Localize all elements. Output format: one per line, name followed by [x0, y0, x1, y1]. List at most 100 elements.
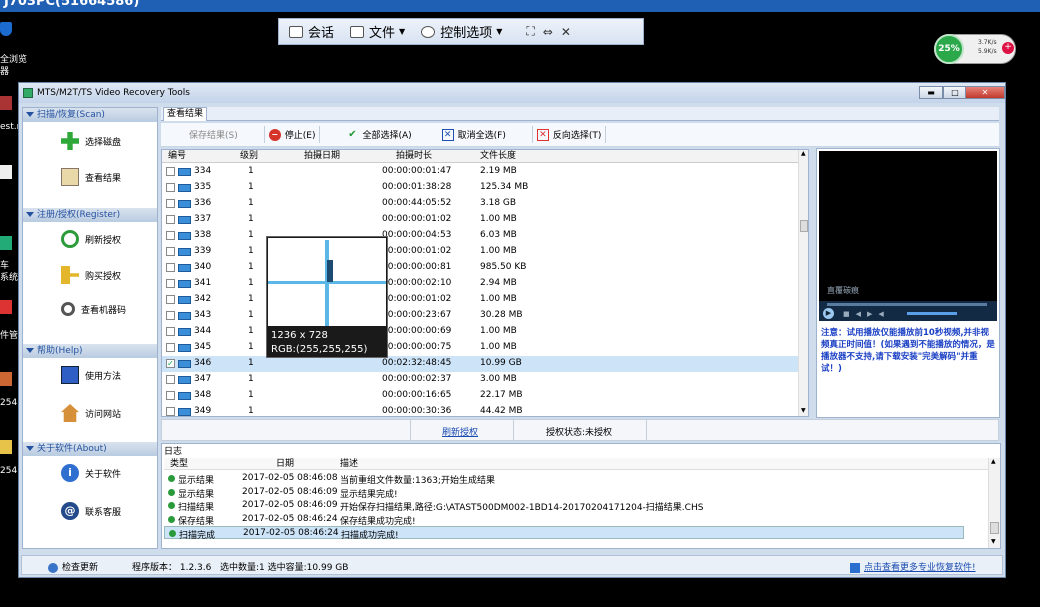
log-col-type[interactable]: 类型 [170, 458, 188, 471]
video-preview-panel: 直覆碳痕 ▶ ■◀▶◀ 注意：试用播放仅能播放前10秒视频,并非视频真正时间值！… [816, 148, 1000, 418]
col-header-level[interactable]: 级别 [240, 150, 258, 163]
row-checkbox[interactable]: ✓ [166, 359, 175, 368]
row-checkbox[interactable] [166, 391, 175, 400]
scrollbar-thumb[interactable] [800, 220, 808, 232]
row-id: 338 [194, 230, 212, 240]
refresh-auth-link[interactable]: 刷新授权 [442, 425, 478, 438]
more-software-link[interactable]: 点击查看更多专业恢复软件! [850, 560, 976, 573]
scroll-up-icon[interactable]: ▲ [801, 150, 806, 157]
view-machine-code-button[interactable]: 查看机器码 [61, 302, 126, 316]
close-button[interactable]: ✕ [965, 86, 1005, 99]
table-row[interactable]: 336 1 00:00:44:05:52 3.18 GB [162, 196, 798, 212]
table-row[interactable]: 338 1 00:00:00:04:53 6.03 MB [162, 228, 798, 244]
row-checkbox[interactable] [166, 407, 175, 416]
scroll-down-icon[interactable]: ▼ [801, 407, 806, 414]
select-all-button[interactable]: ✔ 全部选择(A) [342, 126, 415, 143]
col-header-date[interactable]: 拍摄日期 [304, 150, 340, 163]
table-row[interactable]: 340 1 00:00:00:00:81 985.50 KB [162, 260, 798, 276]
desktop-icon-app[interactable] [0, 236, 12, 250]
table-row[interactable]: 339 1 00:00:00:01:02 1.00 MB [162, 244, 798, 260]
col-header-size[interactable]: 文件长度 [480, 150, 516, 163]
chat-button[interactable]: 会话 [289, 22, 334, 41]
row-checkbox[interactable] [166, 279, 175, 288]
pin-icon[interactable]: ⇔ [543, 25, 553, 39]
volume-slider[interactable] [907, 312, 957, 315]
desktop-icon-shield[interactable] [0, 22, 12, 36]
col-header-id[interactable]: 编号 [168, 150, 186, 163]
section-register[interactable]: 注册/授权(Register) [23, 208, 157, 222]
file-menu[interactable]: 文件 ▼ [350, 22, 405, 41]
plus-icon[interactable]: + [1002, 42, 1014, 54]
desktop-icon-file[interactable] [0, 165, 12, 179]
table-row[interactable]: 335 1 00:00:01:38:28 125.34 MB [162, 180, 798, 196]
table-row[interactable]: 342 1 00:00:00:01:02 1.00 MB [162, 292, 798, 308]
section-help[interactable]: 帮助(Help) [23, 344, 157, 358]
log-row[interactable]: 显示结果 2017-02-05 08:46:09 显示结果完成! [164, 486, 964, 500]
row-checkbox[interactable] [166, 263, 175, 272]
row-checkbox[interactable] [166, 231, 175, 240]
log-row[interactable]: 保存结果 2017-02-05 08:46:24 保存结果成功完成! [164, 513, 964, 527]
visit-website-button[interactable]: 访问网站 [61, 404, 121, 422]
row-checkbox[interactable] [166, 215, 175, 224]
scroll-up-icon[interactable]: ▲ [991, 458, 996, 465]
log-scrollbar[interactable]: ▲ ▼ [988, 458, 1000, 548]
section-about[interactable]: 关于软件(About) [23, 442, 157, 456]
check-update-button[interactable]: 检查更新 [48, 560, 98, 573]
video-screen[interactable] [819, 151, 997, 301]
minimize-button[interactable]: ▬ [919, 86, 943, 99]
play-icon[interactable]: ▶ [823, 308, 834, 319]
maximize-button[interactable]: □ [943, 86, 967, 99]
log-row[interactable]: 扫描结果 2017-02-05 08:46:09 开始保存扫描结果,路径:G:\AT… [164, 499, 964, 513]
table-row[interactable]: 344 1 00:00:00:00:69 1.00 MB [162, 324, 798, 340]
table-row[interactable]: ✓ 346 1 00:02:32:48:45 10.99 GB [162, 356, 798, 372]
buy-license-button[interactable]: 购买授权 [61, 266, 121, 284]
list-scrollbar[interactable]: ▲ ▼ [798, 150, 808, 416]
about-software-button[interactable]: i 关于软件 [61, 464, 121, 482]
scrollbar-thumb[interactable] [990, 522, 999, 534]
desktop-icon-app[interactable] [0, 300, 12, 314]
deselect-all-button[interactable]: ✕ 取消全选(F) [438, 126, 510, 143]
desktop-icon-app[interactable] [0, 372, 12, 386]
row-checkbox[interactable] [166, 167, 175, 176]
row-checkbox[interactable] [166, 311, 175, 320]
stop-button[interactable]: − 停止(E) [263, 126, 321, 143]
log-row[interactable]: 显示结果 2017-02-05 08:46:08 当前重组文件数量:1363;开始生… [164, 472, 964, 486]
row-checkbox[interactable] [166, 327, 175, 336]
row-checkbox[interactable] [166, 295, 175, 304]
scroll-down-icon[interactable]: ▼ [991, 538, 996, 545]
view-results-button[interactable]: 查看结果 [61, 168, 121, 186]
table-row[interactable]: 334 1 00:00:00:01:47 2.19 MB [162, 164, 798, 180]
table-row[interactable]: 341 1 00:00:00:02:10 2.94 MB [162, 276, 798, 292]
table-row[interactable]: 345 1 00:00:00:00:75 1.00 MB [162, 340, 798, 356]
log-col-desc[interactable]: 描述 [340, 458, 358, 471]
row-checkbox[interactable] [166, 247, 175, 256]
table-row[interactable]: 347 1 00:00:00:02:37 3.00 MB [162, 372, 798, 388]
refresh-auth-button[interactable]: 刷新授权 [61, 230, 121, 248]
table-row[interactable]: 348 1 00:00:00:16:65 22.17 MB [162, 388, 798, 404]
fullscreen-icon[interactable]: ⛶ [526, 24, 534, 39]
log-row[interactable]: 扫描完成 2017-02-05 08:46:24 扫描成功完成! [164, 526, 964, 541]
col-header-duration[interactable]: 拍摄时长 [396, 150, 432, 163]
table-row[interactable]: 337 1 00:00:00:01:02 1.00 MB [162, 212, 798, 228]
player-buttons[interactable]: ■◀▶◀ [843, 310, 890, 318]
close-icon[interactable]: ✕ [561, 25, 571, 39]
row-checkbox[interactable] [166, 183, 175, 192]
row-checkbox[interactable] [166, 199, 175, 208]
table-row[interactable]: 343 1 00:00:00:23:67 30.28 MB [162, 308, 798, 324]
control-options-menu[interactable]: 控制选项 ▼ [421, 22, 502, 41]
table-row[interactable]: 349 1 00:00:00:30:36 44.42 MB [162, 404, 798, 416]
tab-view-results[interactable]: 查看结果 [163, 107, 207, 121]
row-checkbox[interactable] [166, 343, 175, 352]
usage-button[interactable]: 使用方法 [61, 366, 121, 384]
invert-selection-button[interactable]: ✕ 反向选择(T) [531, 126, 607, 143]
section-scan[interactable]: 扫描/恢复(Scan) [23, 108, 157, 122]
contact-support-button[interactable]: @ 联系客服 [61, 502, 121, 520]
row-id: 335 [194, 182, 212, 192]
desktop-icon-folder[interactable] [0, 440, 12, 454]
desktop-icon-app[interactable] [0, 96, 12, 110]
row-checkbox[interactable] [166, 375, 175, 384]
log-col-date[interactable]: 日期 [276, 458, 294, 471]
save-results-button[interactable]: 保存结果(S) [185, 126, 242, 143]
select-disk-button[interactable]: 选择磁盘 [61, 132, 121, 150]
seek-bar[interactable] [827, 303, 987, 306]
